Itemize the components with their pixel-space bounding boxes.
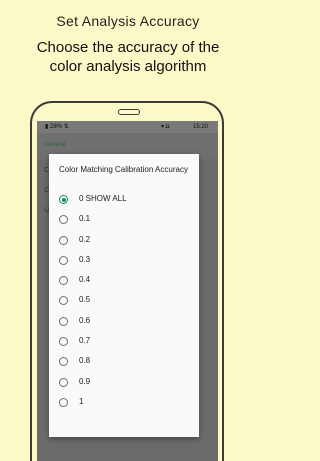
option-label: 0.6 <box>79 315 91 325</box>
accuracy-option[interactable]: 0.9 <box>49 373 199 393</box>
option-label: 0.9 <box>79 376 91 386</box>
promo-subtitle-line2: color analysis algorithm <box>49 58 207 75</box>
accuracy-option[interactable]: 0.7 <box>49 332 199 352</box>
promo-subtitle-line1: Choose the accuracy of the <box>36 39 220 56</box>
dialog-title: Color Matching Calibration Accuracy <box>59 165 188 174</box>
battery-percent: 28% <box>49 124 62 130</box>
accuracy-option[interactable]: 0.6 <box>49 312 199 332</box>
radio-unselected-icon[interactable] <box>59 357 68 367</box>
radio-unselected-icon[interactable] <box>59 337 68 347</box>
option-label: 0.7 <box>79 336 91 346</box>
radio-unselected-icon[interactable] <box>59 255 68 265</box>
option-label: 0.1 <box>79 214 91 224</box>
option-label: 0.5 <box>79 295 91 305</box>
accuracy-option[interactable]: 0.3 <box>49 251 199 271</box>
radio-unselected-icon[interactable] <box>59 296 68 306</box>
option-label: 1 <box>79 396 84 406</box>
app-bar-title: General <box>44 142 66 148</box>
accuracy-dialog: Color Matching Calibration Accuracy 0 SH… <box>49 154 199 437</box>
promo-title: Set Analysis Accuracy <box>56 13 200 29</box>
radio-selected-icon[interactable] <box>59 195 68 204</box>
status-icons: ▾ ◘ <box>161 121 169 133</box>
accuracy-option[interactable]: 0.8 <box>49 352 199 372</box>
radio-unselected-icon[interactable] <box>59 316 68 326</box>
phone-speaker <box>118 109 140 115</box>
radio-unselected-icon[interactable] <box>59 215 68 225</box>
radio-unselected-icon[interactable] <box>59 276 68 286</box>
accuracy-option[interactable]: 0.2 <box>49 231 199 251</box>
option-label: 0.3 <box>79 254 91 264</box>
battery-status: ▮ 28% ⇅ <box>45 121 69 133</box>
radio-unselected-icon[interactable] <box>59 377 68 387</box>
options-list: 0 SHOW ALL 0.1 0.2 0.3 0.4 0.5 0.6 0.7 0.8 0.9 1 <box>49 190 199 413</box>
accuracy-option[interactable]: 0.5 <box>49 291 199 311</box>
radio-unselected-icon[interactable] <box>59 235 68 245</box>
wifi-icon: ▾ <box>161 124 165 130</box>
option-label: 0 SHOW ALL <box>79 194 127 203</box>
status-bar: ▮ 28% ⇅ ▾ ◘ 15:20 <box>37 121 218 133</box>
option-label: 0.8 <box>79 356 91 366</box>
promo-subtitle: Choose the accuracy of the color analysi… <box>0 38 256 76</box>
signal-icon: ⇅ <box>63 124 69 130</box>
accuracy-option[interactable]: 0.4 <box>49 271 199 291</box>
option-label: 0.4 <box>79 275 91 285</box>
clock: 15:20 <box>192 124 208 130</box>
radio-unselected-icon[interactable] <box>59 397 68 407</box>
battery-icon: ▮ <box>45 124 49 130</box>
accuracy-option[interactable]: 0 SHOW ALL <box>49 190 199 210</box>
accuracy-option[interactable]: 0.1 <box>49 210 199 230</box>
option-label: 0.2 <box>79 234 91 244</box>
accuracy-option[interactable]: 1 <box>49 393 199 413</box>
notification-icon: ◘ <box>165 124 170 130</box>
